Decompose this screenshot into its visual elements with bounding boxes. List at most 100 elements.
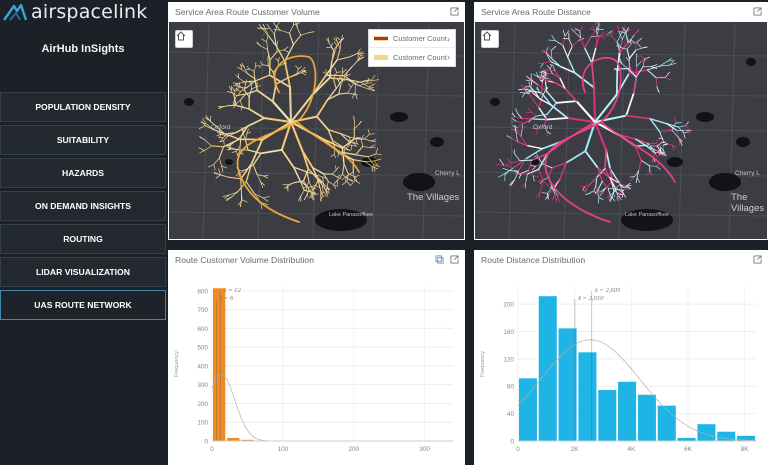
nav-item-lidar-visualization[interactable]: LIDAR VISUALIZATION bbox=[0, 257, 166, 287]
volume-histogram[interactable]: 0 100 200 300 400 500 600 700 800 0 100 200 300 Frequ… bbox=[168, 269, 465, 465]
route-segment bbox=[343, 163, 349, 175]
nav-item-suitability[interactable]: SUITABILITY bbox=[0, 125, 166, 155]
stat-annotation: x̄ = 12 bbox=[223, 287, 242, 294]
route-segment bbox=[288, 32, 294, 46]
nav-item-routing[interactable]: ROUTING bbox=[0, 224, 166, 254]
route-segment bbox=[525, 173, 528, 183]
route-segment bbox=[316, 115, 330, 131]
route-segment bbox=[371, 166, 374, 172]
nav-item-hazards[interactable]: HAZARDS bbox=[0, 158, 166, 188]
distance-histogram-svg[interactable]: 0 40 80 120 160 200 0 2K 4K 6K 8K Frequency x̄ = 2,6… bbox=[474, 269, 768, 465]
legend-item[interactable]: Customer Count › bbox=[369, 48, 455, 66]
route-segment bbox=[336, 71, 342, 73]
route-segment bbox=[300, 32, 310, 36]
home-button[interactable] bbox=[175, 30, 193, 48]
route-segment bbox=[522, 92, 526, 98]
stat-annotation: x̃ = 2,010 bbox=[577, 295, 604, 302]
route-segment bbox=[353, 124, 360, 130]
route-segment bbox=[594, 22, 597, 29]
route-segment bbox=[354, 175, 360, 178]
route-segment bbox=[308, 31, 315, 34]
route-segment bbox=[358, 121, 362, 125]
route-segment bbox=[220, 174, 229, 178]
panel-title: Route Customer Volume Distribution bbox=[175, 254, 314, 265]
histogram-bar bbox=[577, 351, 598, 442]
distance-map[interactable]: Oxford The Villages Cherry L Lake Panaso… bbox=[475, 22, 767, 239]
route-segment bbox=[635, 58, 638, 67]
route-segment bbox=[355, 145, 364, 156]
route-segment bbox=[241, 199, 248, 203]
nav-item-population-density[interactable]: POPULATION DENSITY bbox=[0, 92, 166, 122]
route-segment bbox=[368, 83, 376, 88]
route-segment bbox=[520, 128, 523, 137]
panel-title: Service Area Route Customer Volume bbox=[175, 6, 320, 17]
route-segment bbox=[548, 69, 556, 72]
expand-icon[interactable] bbox=[753, 255, 762, 264]
y-tick-label: 600 bbox=[197, 326, 208, 333]
route-segment bbox=[683, 132, 686, 139]
route-segment bbox=[541, 192, 548, 194]
route-segment bbox=[297, 27, 302, 36]
route-segment bbox=[342, 79, 348, 82]
route-segment bbox=[219, 140, 224, 143]
legend-item[interactable]: Customer Count › bbox=[369, 30, 455, 48]
chevron-right-icon: › bbox=[447, 33, 450, 44]
y-tick-label: 200 bbox=[197, 401, 208, 408]
nav-item-uas-route-network[interactable]: UAS ROUTE NETWORK bbox=[0, 290, 166, 320]
route-segment bbox=[358, 85, 369, 90]
expand-icon[interactable] bbox=[450, 7, 459, 16]
lake bbox=[667, 157, 683, 167]
route-segment bbox=[246, 117, 266, 128]
filter-icon[interactable] bbox=[435, 255, 444, 264]
route-segment bbox=[537, 62, 544, 64]
expand-icon[interactable] bbox=[450, 255, 459, 264]
route-segment bbox=[608, 194, 611, 200]
route-segment bbox=[506, 135, 512, 139]
home-button[interactable] bbox=[481, 30, 499, 48]
route-segment bbox=[528, 108, 532, 113]
distance-histogram[interactable]: 0 40 80 120 160 200 0 2K 4K 6K 8K Frequency x̄ = 2,6… bbox=[474, 269, 768, 465]
route-segment bbox=[625, 57, 630, 62]
route-segment bbox=[520, 84, 525, 90]
route-segment bbox=[528, 93, 534, 100]
home-icon bbox=[482, 31, 492, 41]
expand-icon[interactable] bbox=[753, 7, 762, 16]
histogram-bar bbox=[597, 389, 617, 442]
logo[interactable]: airspacelink bbox=[0, 0, 166, 24]
route-segment bbox=[269, 27, 275, 35]
route-segment bbox=[537, 106, 548, 121]
route-segment bbox=[638, 159, 642, 172]
route-segment bbox=[375, 147, 379, 155]
distance-map-canvas[interactable] bbox=[475, 22, 767, 239]
stat-annotation: x̄ = 2,605 bbox=[594, 287, 621, 294]
route-segment bbox=[647, 144, 658, 147]
route-segment bbox=[655, 138, 660, 144]
route-segment bbox=[334, 67, 338, 73]
route-segment bbox=[301, 72, 306, 76]
volume-map[interactable]: Customer Count › Customer Count › Oxford… bbox=[169, 22, 464, 239]
route-segment bbox=[611, 35, 618, 43]
route-segment bbox=[266, 41, 268, 50]
route-segment bbox=[596, 180, 603, 192]
y-tick-label: 400 bbox=[197, 363, 208, 370]
histogram-bar bbox=[617, 381, 637, 442]
route-segment bbox=[664, 71, 670, 79]
route-segment bbox=[502, 167, 510, 171]
home-icon bbox=[176, 31, 186, 41]
route-segment bbox=[556, 195, 559, 203]
route-segment bbox=[593, 185, 597, 192]
volume-histogram-svg[interactable]: 0 100 200 300 400 500 600 700 800 0 100 200 300 Frequ… bbox=[168, 269, 465, 465]
route-segment bbox=[308, 180, 312, 188]
route-segment bbox=[510, 120, 517, 123]
route-segment bbox=[585, 192, 591, 196]
route-segment bbox=[562, 35, 566, 46]
route-segment bbox=[348, 83, 352, 88]
route-segment bbox=[199, 136, 206, 141]
lake bbox=[736, 137, 750, 147]
nav-item-on-demand-insights[interactable]: ON DEMAND INSIGHTS bbox=[0, 191, 166, 221]
route-segment bbox=[314, 180, 319, 186]
route-segment bbox=[277, 57, 280, 62]
route-segment bbox=[220, 133, 228, 135]
route-segment bbox=[238, 199, 243, 206]
road bbox=[257, 22, 265, 239]
